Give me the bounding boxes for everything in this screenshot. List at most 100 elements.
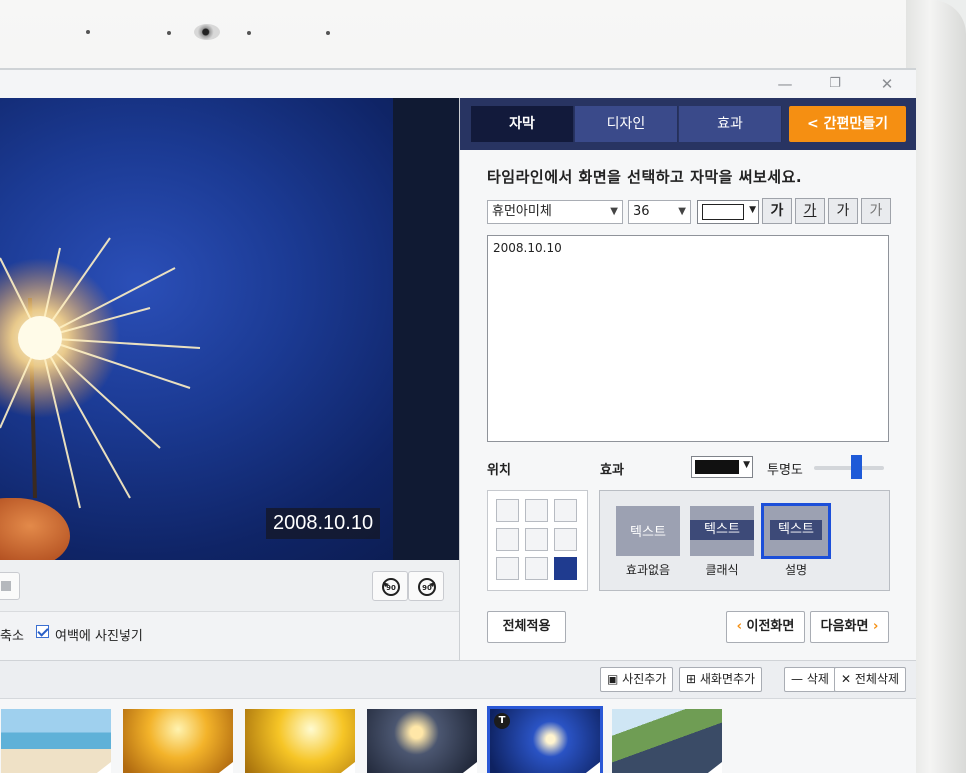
align-top-left[interactable] [496,499,519,522]
close-icon[interactable]: ✕ [872,72,902,96]
underline-button[interactable]: 가 [795,198,825,224]
photo-preview: 2008.10.10 [0,98,459,560]
add-screen-button[interactable]: ⊞ 새화면추가 [679,667,763,692]
thumbnail-corner [459,762,477,773]
align-top-center[interactable] [525,499,548,522]
thumbnail-car-road[interactable] [612,709,722,773]
easy-make-label: 간편만들기 [823,116,888,132]
add-photo-icon: ▣ [607,672,619,686]
bezel-dot [86,30,90,34]
delete-all-button[interactable]: ✕ 전체삭제 [834,667,907,692]
previous-screen-button[interactable]: ‹ 이전화면 [726,611,805,643]
apply-all-button[interactable]: 전체적용 [487,611,566,643]
effect-none-label: 효과없음 [625,563,671,577]
bezel-dot [247,31,251,35]
bezel-dot [167,31,171,35]
stop-icon [1,581,11,591]
add-screen-icon: ⊞ [686,672,697,686]
webcam-icon [194,24,220,40]
outline-button[interactable]: 가 [828,198,858,224]
font-color-swatch [702,204,744,220]
photo-options: 축소 여백에 사진넣기 [0,613,459,653]
text-badge-icon: T [494,713,510,729]
rotate-left-icon: 90 [382,578,400,596]
thumbnail-sunset-mother[interactable] [123,709,233,773]
tab-bar: 자막 디자인 효과 < 간편만들기 [460,98,916,150]
effect-color-picker[interactable]: ▼ [691,456,753,478]
photo-timeline: T [0,698,916,773]
effect-description-option[interactable]: 텍스트 [761,503,831,559]
opacity-slider-thumb[interactable] [851,455,862,479]
rotate-right-button[interactable]: 90 [408,571,444,601]
next-screen-button[interactable]: 다음화면 › [810,611,889,643]
font-family-select[interactable]: 휴먼아미체 ▼ [487,200,623,224]
opacity-slider-track[interactable] [814,466,884,470]
minus-icon: — [791,672,803,686]
thumbnail-sparkler-hand[interactable] [367,709,477,773]
shadow-button[interactable]: 가 [861,198,891,224]
position-label: 위치 [487,463,511,478]
minimize-icon[interactable]: — [770,72,800,96]
preview-dark-margin [393,98,459,560]
font-color-picker[interactable]: ▼ [697,200,759,224]
caption-panel: 자막 디자인 효과 < 간편만들기 타임라인에서 화면을 선택하고 자막을 써보… [459,98,916,660]
restore-icon[interactable]: ❐ [820,72,850,96]
font-size-value: 36 [633,204,650,219]
align-bottom-center[interactable] [525,557,548,580]
align-middle-center[interactable] [525,528,548,551]
position-grid [487,490,588,591]
easy-make-button[interactable]: < 간편만들기 [789,106,906,142]
caption-overlay[interactable]: 2008.10.10 [266,508,381,539]
effect-sample-text: 텍스트 [630,525,666,540]
thumbnail-beach[interactable] [1,709,111,773]
thumbnail-corner [93,762,111,773]
chevron-down-icon: ▼ [678,206,686,217]
effect-color-swatch [695,460,739,474]
sparkler-image [0,237,201,509]
font-size-select[interactable]: 36 ▼ [628,200,691,224]
chevron-left-icon: ‹ [736,619,742,634]
delete-button[interactable]: — 삭제 [784,667,836,692]
effect-sample-text: 텍스트 [770,520,822,540]
align-bottom-right[interactable] [554,557,577,580]
effect-classic-option[interactable]: 텍스트 [690,506,754,556]
title-bar: — ❐ ✕ [0,70,916,98]
fill-margin-checkbox[interactable] [36,625,49,638]
stop-button[interactable] [0,572,20,600]
rotate-left-button[interactable]: 90 [372,571,408,601]
previous-screen-label: 이전화면 [746,619,795,634]
thumbnail-corner [337,762,355,773]
tab-caption[interactable]: 자막 [471,106,574,142]
align-top-right[interactable] [554,499,577,522]
instruction-text: 타임라인에서 화면을 선택하고 자막을 써보세요. [487,168,803,186]
align-bottom-left[interactable] [496,557,519,580]
bold-button[interactable]: 가 [762,198,792,224]
effect-classic-label: 클래식 [705,563,739,577]
thumbnail-sunset-child[interactable] [245,709,355,773]
add-photo-button[interactable]: ▣ 사진추가 [600,667,674,692]
next-screen-label: 다음화면 [820,619,869,634]
app-window: — ❐ ✕ 2008.10.10 90 90 축소 여백에 사진넣기 자막 디자… [0,68,916,773]
thumbnail-sparkler-blue[interactable]: T [487,706,603,773]
chevron-right-icon: › [873,619,879,634]
effect-none-option[interactable]: 텍스트 [616,506,680,556]
rotate-left-label: 90 [386,584,396,592]
caption-textarea[interactable]: 2008.10.10 [487,235,889,442]
opacity-label: 투명도 [767,463,803,478]
chevron-left-icon: < [806,116,819,132]
add-screen-label: 새화면추가 [699,672,756,686]
tab-design[interactable]: 디자인 [575,106,678,142]
fill-margin-label[interactable]: 여백에 사진넣기 [55,625,143,644]
shrink-option-label[interactable]: 축소 [0,625,24,644]
align-middle-right[interactable] [554,528,577,551]
effect-options: 텍스트 효과없음 텍스트 클래식 텍스트 설명 [599,490,890,591]
tab-effect[interactable]: 효과 [679,106,782,142]
playback-bar: 90 90 [0,560,459,612]
delete-all-label: 전체삭제 [854,672,900,686]
rotate-right-icon: 90 [418,578,436,596]
effect-description-label: 설명 [784,563,808,577]
thumbnail-corner [215,762,233,773]
chevron-down-icon: ▼ [610,206,618,217]
align-middle-left[interactable] [496,528,519,551]
chevron-down-icon: ▼ [749,205,756,215]
